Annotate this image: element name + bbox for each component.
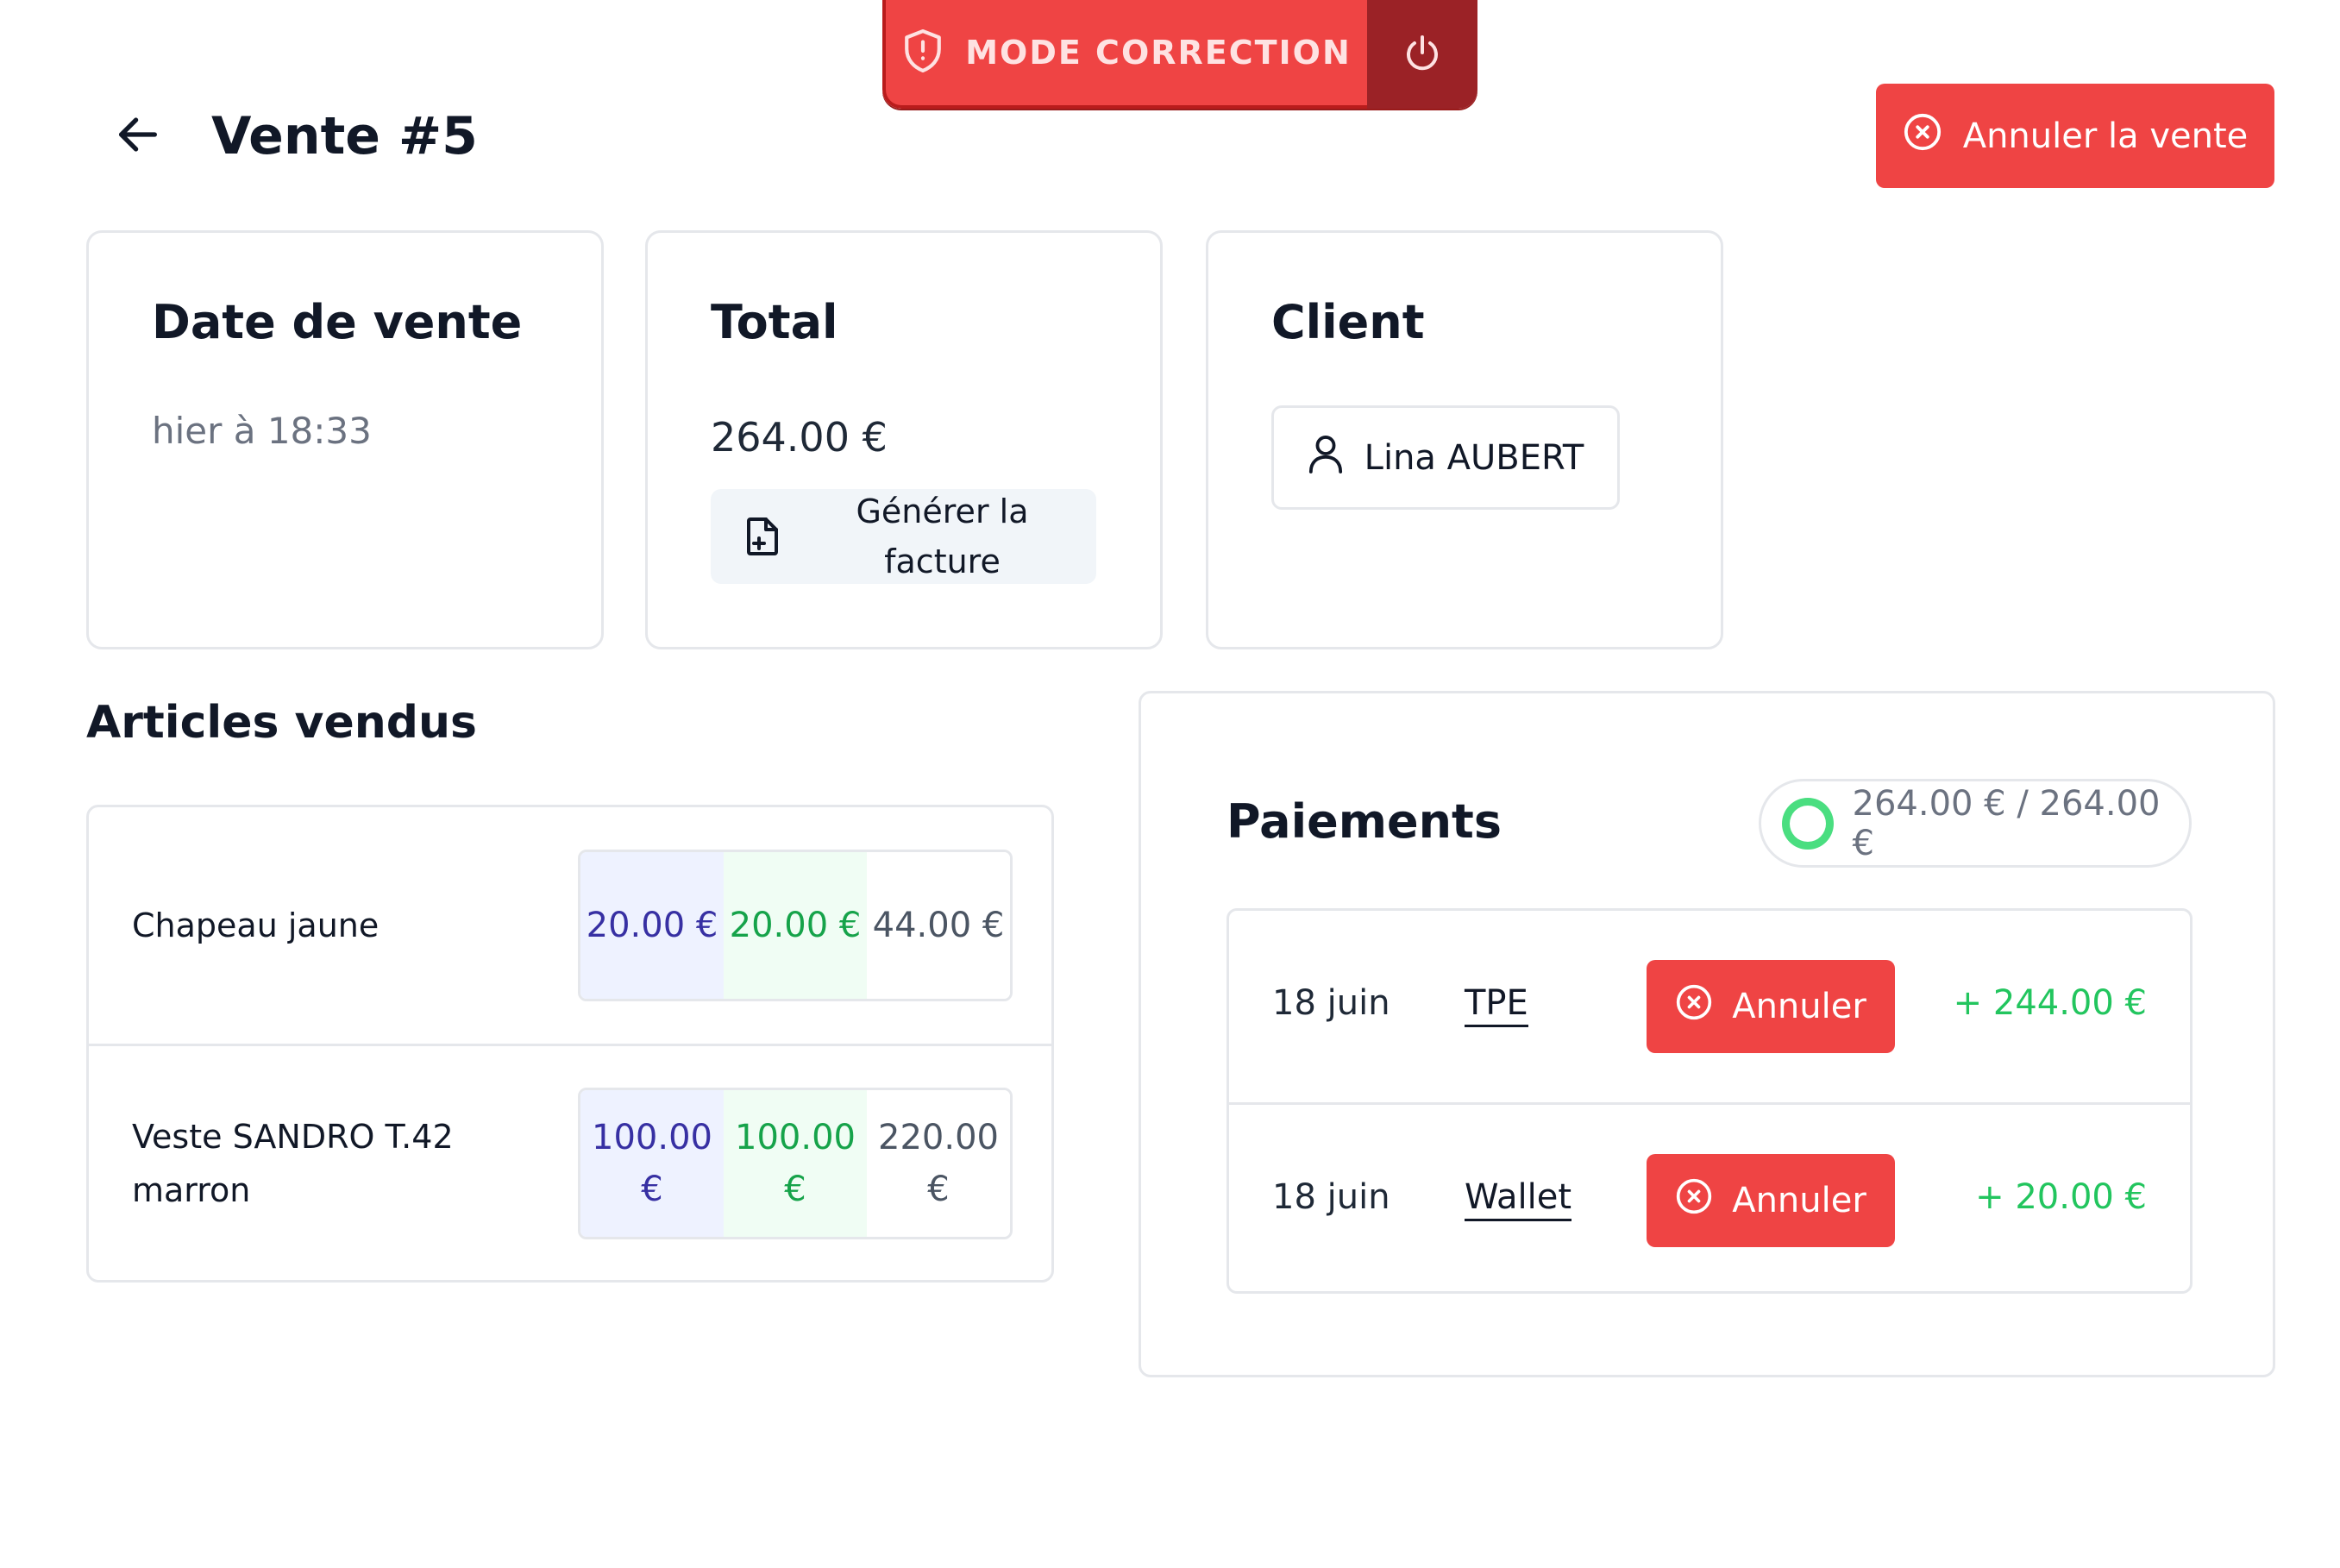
cancel-payment-label: Annuler [1732,1181,1866,1220]
cancel-payment-button[interactable]: Annuler [1647,960,1895,1053]
cancel-sale-button[interactable]: Annuler la vente [1876,84,2274,188]
payment-row: 18 juin TPE Annuler + 244.00 € [1229,911,2190,1102]
generate-invoice-label: Générer la facture [856,492,1029,580]
page-title: Vente #5 [211,106,478,166]
article-price-3: 220.00 € [867,1089,1010,1237]
correction-mode-banner: MODE CORRECTION [882,0,1477,109]
x-circle-icon [1675,1177,1713,1224]
payment-method-link[interactable]: Wallet [1465,1177,1572,1221]
payment-amount: + 20.00 € [1975,1177,2147,1217]
total-card: Total 264.00 € Générer la facture [645,230,1163,649]
user-icon [1308,434,1344,482]
payment-status-badge: 264.00 € / 264.00 € [1759,779,2192,868]
article-price-2: 100.00 € [724,1089,867,1237]
payment-date: 18 juin [1272,1177,1390,1217]
correction-mode-label: MODE CORRECTION [965,34,1352,72]
article-price-group: 20.00 € 20.00 € 44.00 € [578,850,1013,1001]
cancel-payment-label: Annuler [1732,987,1866,1026]
sale-date-value: hier à 18:33 [152,410,372,452]
article-price-2: 20.00 € [724,852,867,999]
arrow-left-icon [113,110,163,163]
payment-amount: + 244.00 € [1953,983,2147,1023]
power-icon [1402,32,1443,77]
file-plus-icon [711,516,814,557]
sale-date-title: Date de vente [152,295,523,349]
article-price-group: 100.00 € 100.00 € 220.00 € [578,1087,1013,1239]
client-title: Client [1271,295,1425,349]
exit-correction-mode-button[interactable] [1367,0,1477,109]
payments-title: Paiements [1226,794,1502,849]
total-value: 264.00 € [711,414,888,461]
article-price-3: 44.00 € [867,852,1010,999]
generate-invoice-button[interactable]: Générer la facture [711,489,1096,584]
articles-section-title: Articles vendus [86,697,477,749]
x-circle-icon [1675,983,1713,1030]
client-name: Lina AUBERT [1364,437,1584,478]
client-button[interactable]: Lina AUBERT [1271,405,1620,510]
list-item: Chapeau jaune 20.00 € 20.00 € 44.00 € [89,807,1051,1044]
articles-list: Chapeau jaune 20.00 € 20.00 € 44.00 € Ve… [86,805,1054,1283]
back-button[interactable] [104,102,173,171]
payment-progress-ring-icon [1782,797,1834,850]
article-name: Veste SANDRO T.42 marron [132,1117,454,1209]
correction-mode-indicator: MODE CORRECTION [882,0,1367,109]
sale-date-card: Date de vente hier à 18:33 [86,230,604,649]
payments-card: Paiements 264.00 € / 264.00 € 18 juin TP… [1139,691,2275,1377]
payment-row: 18 juin Wallet Annuler + 20.00 € [1229,1102,2190,1294]
payments-list: 18 juin TPE Annuler + 244.00 € 18 juin W… [1226,908,2193,1294]
shield-alert-icon [901,27,944,78]
payment-date: 18 juin [1272,983,1390,1023]
payment-method-link[interactable]: TPE [1465,983,1528,1027]
article-price-1: 100.00 € [580,1089,724,1237]
x-circle-icon [1903,112,1942,160]
list-item: Veste SANDRO T.42 marron 100.00 € 100.00… [89,1044,1051,1280]
article-name: Chapeau jaune [132,906,380,944]
cancel-payment-button[interactable]: Annuler [1647,1154,1895,1247]
total-title: Total [711,295,838,349]
payment-status-text: 264.00 € / 264.00 € [1852,783,2161,863]
article-price-1: 20.00 € [580,852,724,999]
cancel-sale-label: Annuler la vente [1962,116,2249,156]
client-card: Client Lina AUBERT [1206,230,1723,649]
